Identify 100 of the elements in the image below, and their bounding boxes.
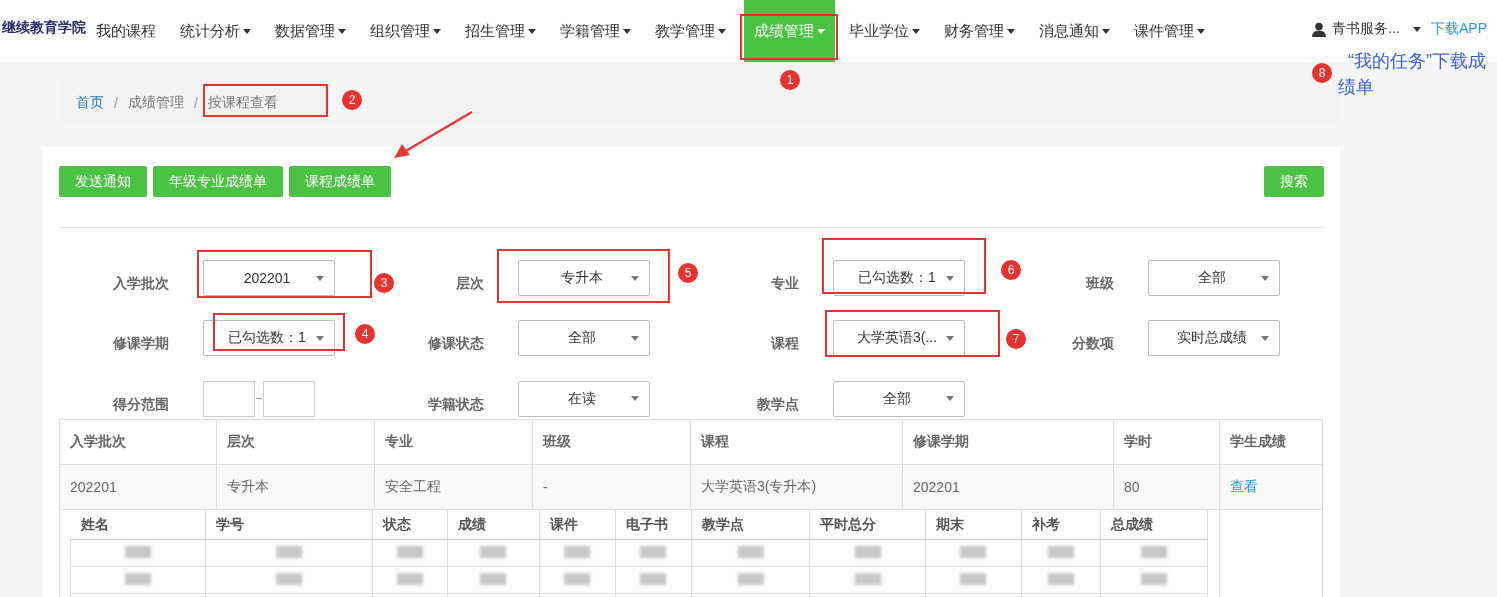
- breadcrumb-item[interactable]: 成绩管理: [127, 93, 184, 112]
- column-header: 教学点: [691, 510, 810, 540]
- caret-icon: [631, 275, 639, 281]
- column-header: 修课学期: [902, 419, 1114, 465]
- redacted-value: [480, 573, 507, 585]
- column-header: 总成绩: [1100, 510, 1208, 540]
- redacted-value: [737, 546, 764, 558]
- logo-text: 继续教育学院: [1, 19, 86, 37]
- caret-icon: [316, 336, 324, 341]
- table-cell: 专升本: [216, 464, 375, 510]
- nav-menu-item[interactable]: 学籍管理: [550, 0, 641, 62]
- caret-icon: [1413, 26, 1421, 32]
- redacted-value: [854, 546, 881, 558]
- caret-icon: [316, 275, 324, 281]
- table-cell: 安全工程: [374, 464, 533, 510]
- user-icon: [1312, 21, 1327, 37]
- caret-icon: [946, 275, 954, 281]
- column-header: 层次: [216, 419, 375, 465]
- redacted-value: [640, 546, 667, 558]
- nav-menu-item[interactable]: 招生管理: [455, 0, 546, 62]
- redacted-value: [1141, 573, 1167, 585]
- redacted-value: [564, 573, 591, 585]
- select-field[interactable]: 已勾选数：1: [203, 320, 335, 357]
- column-header: 电子书: [615, 510, 692, 540]
- caret-icon: [631, 336, 639, 341]
- redacted-value: [124, 573, 151, 585]
- breadcrumb-separator: /: [113, 94, 119, 111]
- nav-menu-item[interactable]: 课件管理: [1124, 0, 1215, 62]
- filter-label: 学籍状态: [428, 395, 484, 412]
- redacted-value: [275, 546, 302, 558]
- select-field[interactable]: 专升本: [518, 260, 650, 297]
- filter-label: 教学点: [757, 395, 799, 412]
- redacted-value: [1047, 546, 1074, 558]
- annotation-number: 8: [1312, 63, 1332, 83]
- breadcrumb-current: 按课程查看: [207, 93, 278, 112]
- select-field[interactable]: 在读: [518, 380, 650, 417]
- caret-icon: [946, 396, 954, 402]
- nav-menu-item[interactable]: 毕业学位: [839, 0, 930, 62]
- column-header: 学号: [205, 510, 373, 540]
- redacted-value: [564, 546, 591, 558]
- caret-icon: [946, 336, 954, 341]
- table-cell: -: [532, 464, 691, 510]
- redacted-value: [960, 546, 987, 558]
- table-cell: 202201: [59, 464, 217, 510]
- select-field[interactable]: 大学英语3(...: [833, 320, 965, 357]
- redacted-value: [480, 546, 507, 558]
- annotation-number: 1: [780, 70, 800, 90]
- user-menu[interactable]: 青书服务...: [1332, 20, 1421, 38]
- filter-label: 专业: [771, 275, 799, 292]
- filter-label: 班级: [1086, 275, 1114, 292]
- nav-menu-item[interactable]: 消息通知: [1029, 0, 1120, 62]
- column-header: 专业: [374, 419, 533, 465]
- redacted-value: [396, 573, 423, 585]
- redacted-value: [1141, 546, 1167, 558]
- select-field[interactable]: 202201: [203, 260, 335, 297]
- nav-menu-item[interactable]: 数据管理: [265, 0, 356, 62]
- redacted-value: [124, 546, 151, 558]
- filter-label: 分数项: [1072, 335, 1114, 352]
- column-header: 成绩: [447, 510, 540, 540]
- nav-menu-item[interactable]: 教学管理: [645, 0, 736, 62]
- filter-label: 得分范围: [113, 395, 169, 412]
- filter-label: 入学批次: [113, 275, 169, 292]
- filter-label: 层次: [456, 275, 484, 292]
- max-score-field[interactable]: [263, 380, 315, 417]
- nav-menu-item[interactable]: 财务管理: [934, 0, 1025, 62]
- select-field[interactable]: 全部: [833, 380, 965, 417]
- nav-menu-item[interactable]: 统计分析: [170, 0, 261, 62]
- redacted-value: [1047, 573, 1074, 585]
- table-cell: 202201: [902, 464, 1114, 510]
- table-cell: 大学英语3(专升本): [690, 464, 903, 510]
- redacted-value: [640, 573, 667, 585]
- column-header: 平时总分: [809, 510, 926, 540]
- redacted-value: [960, 573, 987, 585]
- select-field[interactable]: 已勾选数：1: [833, 260, 965, 297]
- select-field[interactable]: 全部: [518, 320, 650, 357]
- filter-label: 修课学期: [113, 335, 169, 352]
- column-header: 期末: [925, 510, 1022, 540]
- range-separator: [256, 398, 262, 400]
- column-header: 课程: [690, 419, 903, 465]
- select-field[interactable]: 实时总成绩: [1148, 320, 1280, 357]
- redacted-value: [854, 573, 881, 585]
- min-score-field[interactable]: [203, 380, 255, 417]
- annotation-note: “我的任务”下载成绩单: [1338, 50, 1487, 99]
- column-header: 学生成绩: [1219, 419, 1323, 465]
- column-header: 班级: [532, 419, 691, 465]
- column-header: 状态: [372, 510, 448, 540]
- select-field[interactable]: 全部: [1148, 260, 1280, 297]
- breadcrumb-item[interactable]: 首页: [76, 93, 104, 112]
- column-header: 姓名: [70, 510, 206, 540]
- redacted-value: [737, 573, 764, 585]
- nav-menu-item[interactable]: 我的课程: [86, 0, 166, 62]
- breadcrumb-separator: /: [192, 94, 199, 111]
- column-header: 入学批次: [59, 419, 217, 465]
- filter-label: 修课状态: [428, 335, 484, 352]
- nav-menu-item[interactable]: 组织管理: [360, 0, 451, 62]
- caret-icon: [1261, 275, 1269, 281]
- redacted-value: [275, 573, 302, 585]
- caret-icon: [631, 396, 639, 402]
- filter-label: 课程: [771, 335, 799, 352]
- caret-icon: [1261, 336, 1269, 341]
